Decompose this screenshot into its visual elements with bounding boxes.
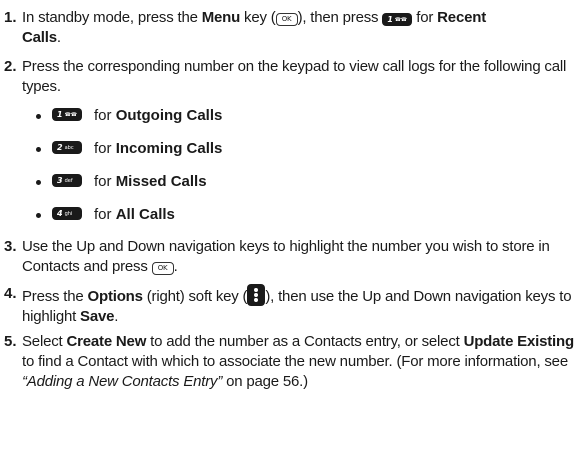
bullet-icon: [36, 147, 41, 152]
ok-key-icon: OK: [275, 13, 298, 26]
bullet-icon: [36, 180, 41, 185]
step-text: Use the Up and Down navigation keys to h…: [22, 238, 550, 275]
key-3-icon: 3 def: [52, 174, 82, 187]
instruction-page: 1. In standby mode, press the Menu key (…: [0, 0, 583, 472]
key-4-icon: 4 ghi: [52, 207, 82, 220]
ok-key-icon: OK: [151, 262, 174, 275]
step-text: Select Create New to add the number as a…: [22, 333, 574, 390]
key-1-icon: 1 ☎☎: [382, 13, 413, 26]
key-1-icon: 1 ☎☎: [52, 108, 82, 121]
step-number: 2.: [4, 58, 17, 75]
step-number: 3.: [4, 238, 17, 255]
step-number: 1.: [4, 9, 17, 26]
key-2-icon: 2 abc: [52, 141, 82, 154]
step-number: 4.: [4, 285, 17, 302]
bullet-icon: [36, 114, 41, 119]
step-text: Press the corresponding number on the ke…: [22, 58, 567, 95]
bullet-icon: [36, 213, 41, 218]
step-text: In standby mode, press the Menu key (OK)…: [22, 9, 486, 46]
step-number: 5.: [4, 333, 17, 350]
menu-key-label: Menu: [201, 9, 241, 26]
cross-reference-link: “Adding a New Contacts Entry”: [22, 373, 223, 390]
step-text: Press the Options (right) soft key (), t…: [22, 284, 577, 327]
options-softkey-icon: [247, 284, 266, 306]
